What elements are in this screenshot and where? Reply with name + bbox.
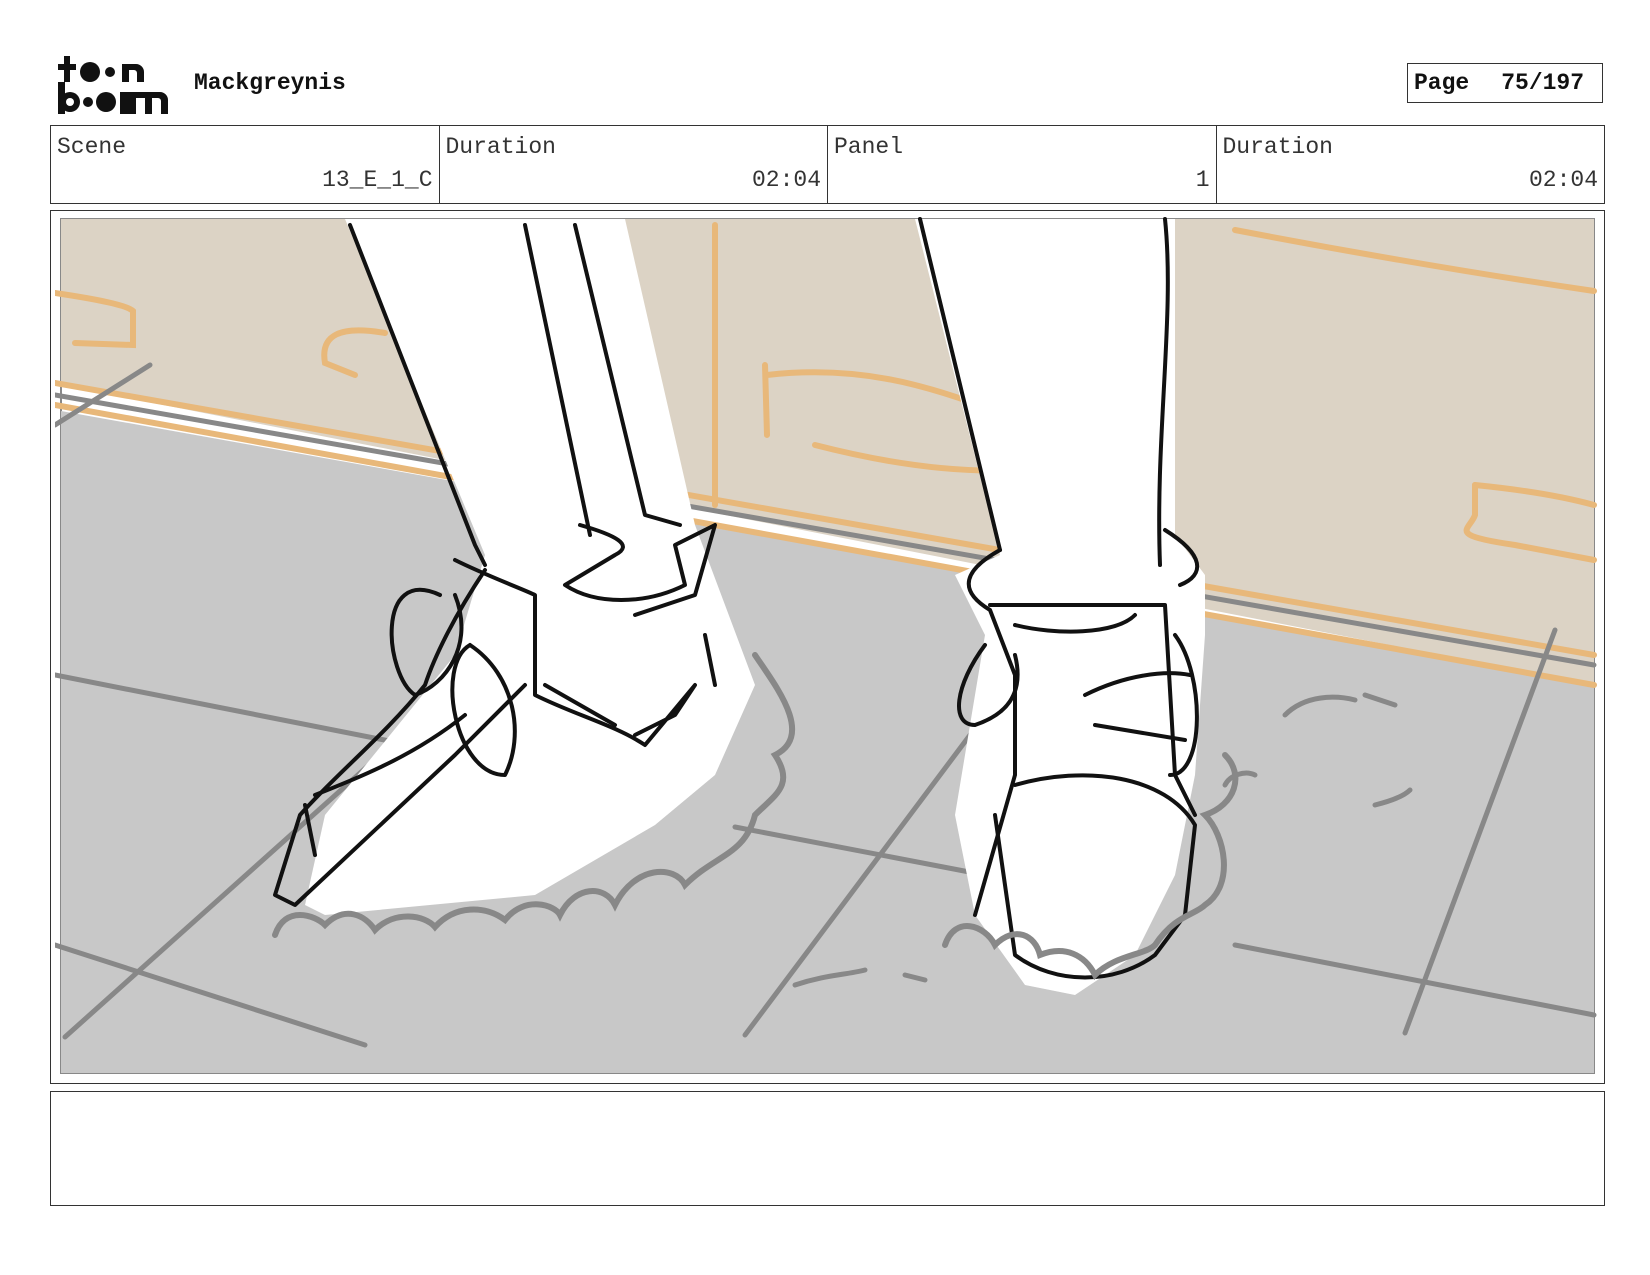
scene-duration-label: Duration: [445, 134, 556, 160]
panel-label: Panel: [834, 134, 904, 160]
storyboard-panel: [50, 210, 1605, 1084]
page-indicator: Page 75/197: [1407, 63, 1603, 103]
storyboard-sketch: [55, 217, 1597, 1074]
panel-cell: Panel 1: [828, 126, 1217, 203]
toon-boom-logo: [58, 56, 168, 114]
project-name: Mackgreynis: [194, 70, 346, 96]
scene-value: 13_E_1_C: [322, 167, 433, 193]
scene-duration-value: 02:04: [751, 167, 821, 193]
scene-cell: Scene 13_E_1_C: [51, 126, 440, 203]
panel-duration-cell: Duration 02:04: [1217, 126, 1605, 203]
panel-duration-value: 02:04: [1528, 167, 1598, 193]
page-value: 75/197: [1501, 70, 1585, 96]
info-row: Scene 13_E_1_C Duration 02:04 Panel 1 Du…: [50, 125, 1605, 204]
notes-box: [50, 1091, 1605, 1206]
panel-value: 1: [1195, 167, 1210, 193]
scene-label: Scene: [57, 134, 127, 160]
scene-duration-cell: Duration 02:04: [440, 126, 828, 203]
panel-duration-label: Duration: [1222, 134, 1333, 160]
page-label: Page: [1414, 70, 1470, 96]
